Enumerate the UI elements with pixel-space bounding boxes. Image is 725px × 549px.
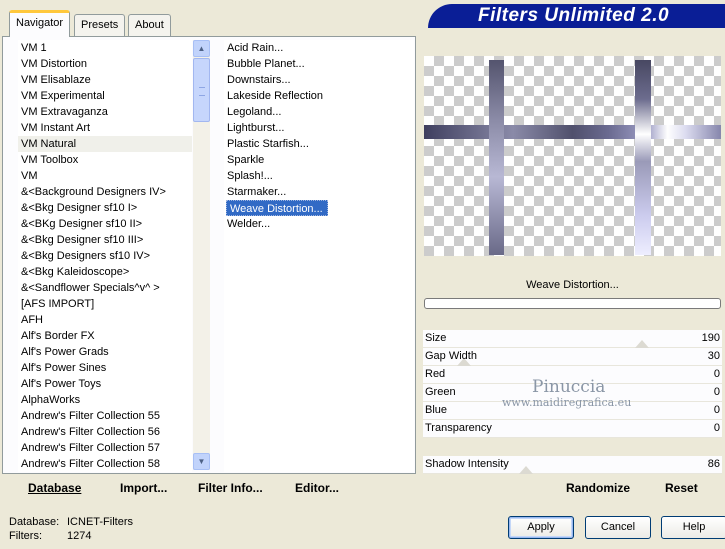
filter-item[interactable]: Splash!... (224, 168, 414, 184)
import-link[interactable]: Import... (120, 481, 167, 495)
category-item[interactable]: Andrew's Filter Collection 55 (18, 408, 192, 424)
category-item[interactable]: VM Natural (18, 136, 192, 152)
filter-item-label: Weave Distortion... (226, 200, 328, 216)
reset-button[interactable]: Reset (665, 481, 698, 495)
slider-transparency[interactable]: Transparency 0 (423, 420, 722, 438)
filter-item[interactable]: Downstairs... (224, 72, 414, 88)
progress-bar (424, 298, 721, 309)
weave-bar-vertical-left (489, 60, 504, 255)
category-item[interactable]: AlphaWorks (18, 392, 192, 408)
category-item[interactable]: VM Experimental (18, 88, 192, 104)
filters-status-label: Filters: (9, 530, 42, 542)
filter-item[interactable]: Starmaker... (224, 184, 414, 200)
category-item[interactable]: VM Instant Art (18, 120, 192, 136)
tab-presets[interactable]: Presets (74, 14, 126, 36)
category-item[interactable]: Alf's Power Grads (18, 344, 192, 360)
apply-button[interactable]: Apply (508, 516, 574, 539)
filter-item[interactable]: Bubble Planet... (224, 56, 414, 72)
database-status-value: ICNET-Filters (67, 516, 133, 528)
app-title-banner: Filters Unlimited 2.0 (428, 4, 725, 28)
filter-item[interactable]: Lakeside Reflection (224, 88, 414, 104)
tab-navigator[interactable]: Navigator (9, 10, 71, 37)
weave-bar-vertical-right (635, 60, 651, 255)
slider-thumb[interactable] (635, 340, 650, 348)
slider-thumb[interactable] (519, 466, 534, 474)
app-title: Filters Unlimited 2.0 (478, 5, 670, 26)
category-item[interactable]: Andrew's Filter Collection 57 (18, 440, 192, 456)
category-item[interactable]: VM Elisablaze (18, 72, 192, 88)
category-item[interactable]: &<BKg Designer sf10 II> (18, 216, 192, 232)
category-item[interactable]: Alf's Power Sines (18, 360, 192, 376)
randomize-button[interactable]: Randomize (566, 481, 630, 495)
database-link[interactable]: Database (28, 481, 81, 495)
filter-item[interactable]: Acid Rain... (224, 40, 414, 56)
category-item[interactable]: &<Bkg Designers sf10 IV> (18, 248, 192, 264)
editor-link[interactable]: Editor... (295, 481, 339, 495)
category-list[interactable]: VM 1 VM Distortion VM Elisablaze VM Experim… (18, 40, 192, 472)
category-item[interactable]: [AFS IMPORT] (18, 296, 192, 312)
tab-about[interactable]: About (128, 14, 171, 36)
filters-status-value: 1274 (67, 530, 92, 542)
category-item[interactable]: Alf's Power Toys (18, 376, 192, 392)
chevron-up-icon: ▲ (197, 44, 206, 53)
filter-list[interactable]: Acid Rain... Bubble Planet... Downstairs..… (224, 40, 414, 472)
filter-item[interactable]: Welder... (224, 216, 414, 232)
slider-gap-width[interactable]: Gap Width 30 (423, 348, 722, 366)
cancel-button[interactable]: Cancel (585, 516, 651, 539)
watermark-name: Pinuccia (532, 377, 606, 397)
weave-bar-horizontal (424, 125, 721, 139)
category-item[interactable]: &<Sandflower Specials^v^ > (18, 280, 192, 296)
slider-shadow-intensity[interactable]: Shadow Intensity 86 (423, 456, 722, 474)
category-item[interactable]: Andrew's Filter Collection 56 (18, 424, 192, 440)
category-item[interactable]: VM 1 (18, 40, 192, 56)
slider-size[interactable]: Size 190 (423, 330, 722, 348)
filter-item[interactable]: Plastic Starfish... (224, 136, 414, 152)
filter-item[interactable]: Weave Distortion... (224, 200, 414, 216)
scroll-down-button[interactable]: ▼ (193, 453, 210, 470)
category-item[interactable]: AFH (18, 312, 192, 328)
watermark-url: www.maidiregrafica.eu (502, 396, 632, 409)
category-item[interactable]: VM Distortion (18, 56, 192, 72)
category-item[interactable]: &<Bkg Designer sf10 I> (18, 200, 192, 216)
category-item[interactable]: &<Background Designers IV> (18, 184, 192, 200)
category-item[interactable]: VM (18, 168, 192, 184)
category-item[interactable]: VM Toolbox (18, 152, 192, 168)
filter-info-link[interactable]: Filter Info... (198, 481, 263, 495)
category-item[interactable]: Andrew's Filter Collection 58 (18, 456, 192, 472)
category-item[interactable]: Alf's Border FX (18, 328, 192, 344)
filter-item[interactable]: Sparkle (224, 152, 414, 168)
category-item[interactable]: VM Extravaganza (18, 104, 192, 120)
database-status-label: Database: (9, 516, 60, 528)
category-scrollbar[interactable]: ▲ ▼ (193, 40, 210, 470)
help-button[interactable]: Help (661, 516, 725, 539)
chevron-down-icon: ▼ (197, 457, 206, 466)
scroll-up-button[interactable]: ▲ (193, 40, 210, 57)
category-item[interactable]: &<Bkg Designer sf10 III> (18, 232, 192, 248)
filter-name: Weave Distortion... (526, 279, 619, 291)
scroll-thumb[interactable] (193, 58, 210, 122)
filter-item[interactable]: Legoland... (224, 104, 414, 120)
filter-preview (424, 56, 721, 256)
category-item[interactable]: &<Bkg Kaleidoscope> (18, 264, 192, 280)
filter-item[interactable]: Lightburst... (224, 120, 414, 136)
